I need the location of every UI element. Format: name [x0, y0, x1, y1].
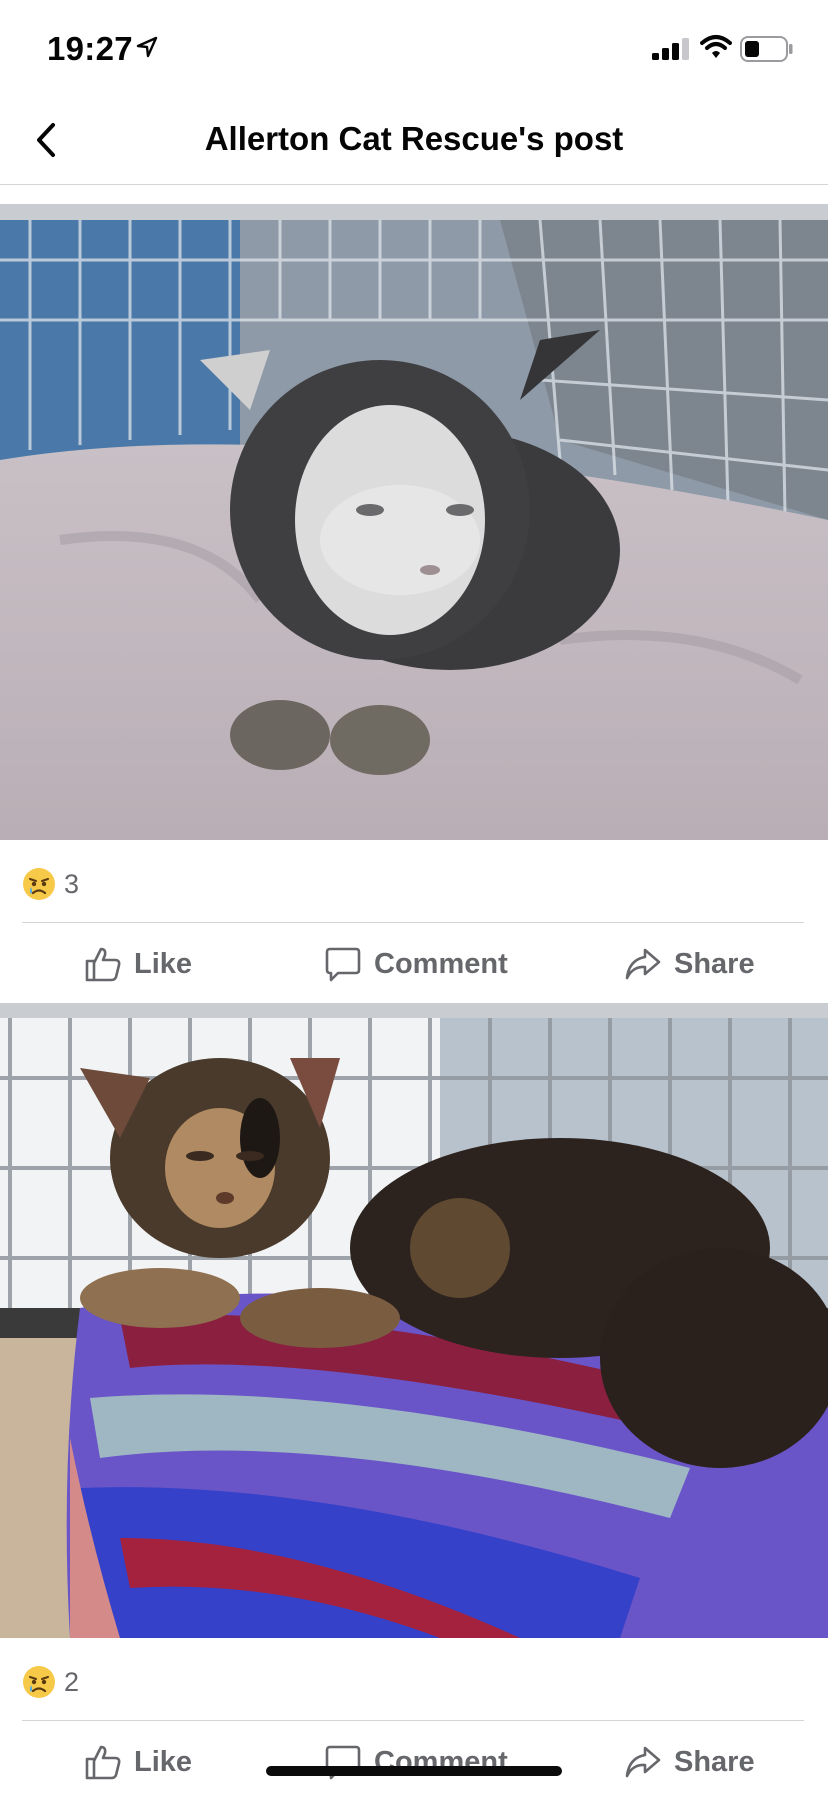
cellular-signal-icon	[652, 38, 689, 60]
status-time: 19:27	[47, 30, 133, 67]
share-button[interactable]: Share	[624, 1724, 755, 1800]
thumbs-up-icon	[85, 947, 121, 982]
post-separator	[0, 1003, 828, 1018]
share-arrow-icon	[625, 948, 661, 980]
like-button[interactable]: Like	[84, 1724, 192, 1800]
sad-face-icon	[23, 1666, 55, 1698]
share-label: Share	[674, 1745, 755, 1778]
post-actions: Like Comment Share	[0, 1724, 828, 1800]
share-arrow-icon	[625, 1746, 661, 1778]
reaction-count: 2	[64, 1666, 80, 1697]
share-button[interactable]: Share	[624, 926, 755, 1002]
status-bar: 19:27	[0, 0, 828, 96]
reaction-summary[interactable]: 2	[22, 1662, 79, 1702]
speech-bubble-icon	[325, 947, 361, 982]
like-label: Like	[134, 1745, 193, 1778]
post-separator	[0, 204, 828, 220]
post-photo-calico-cat[interactable]	[0, 1018, 828, 1638]
nav-bar: Allerton Cat Rescue's post	[0, 96, 828, 185]
comment-button[interactable]: Comment	[324, 926, 508, 1002]
comment-label: Comment	[374, 947, 508, 980]
battery-icon	[740, 36, 793, 62]
post-photo-black-white-cat[interactable]	[0, 220, 828, 840]
page-title: Allerton Cat Rescue's post	[204, 120, 624, 157]
reaction-summary[interactable]: 3	[22, 864, 79, 904]
reaction-count: 3	[64, 868, 80, 899]
like-label: Like	[134, 947, 193, 980]
home-indicator[interactable]	[266, 1766, 562, 1776]
like-button[interactable]: Like	[84, 926, 192, 1002]
sad-face-icon	[23, 868, 55, 900]
thumbs-up-icon	[85, 1745, 121, 1780]
share-label: Share	[674, 947, 755, 980]
post-actions: Like Comment Share	[0, 926, 828, 1002]
divider	[22, 922, 804, 923]
comment-button[interactable]: Comment	[324, 1724, 508, 1800]
wifi-icon	[700, 35, 732, 58]
divider	[22, 1720, 804, 1721]
location-arrow-icon	[136, 36, 158, 58]
